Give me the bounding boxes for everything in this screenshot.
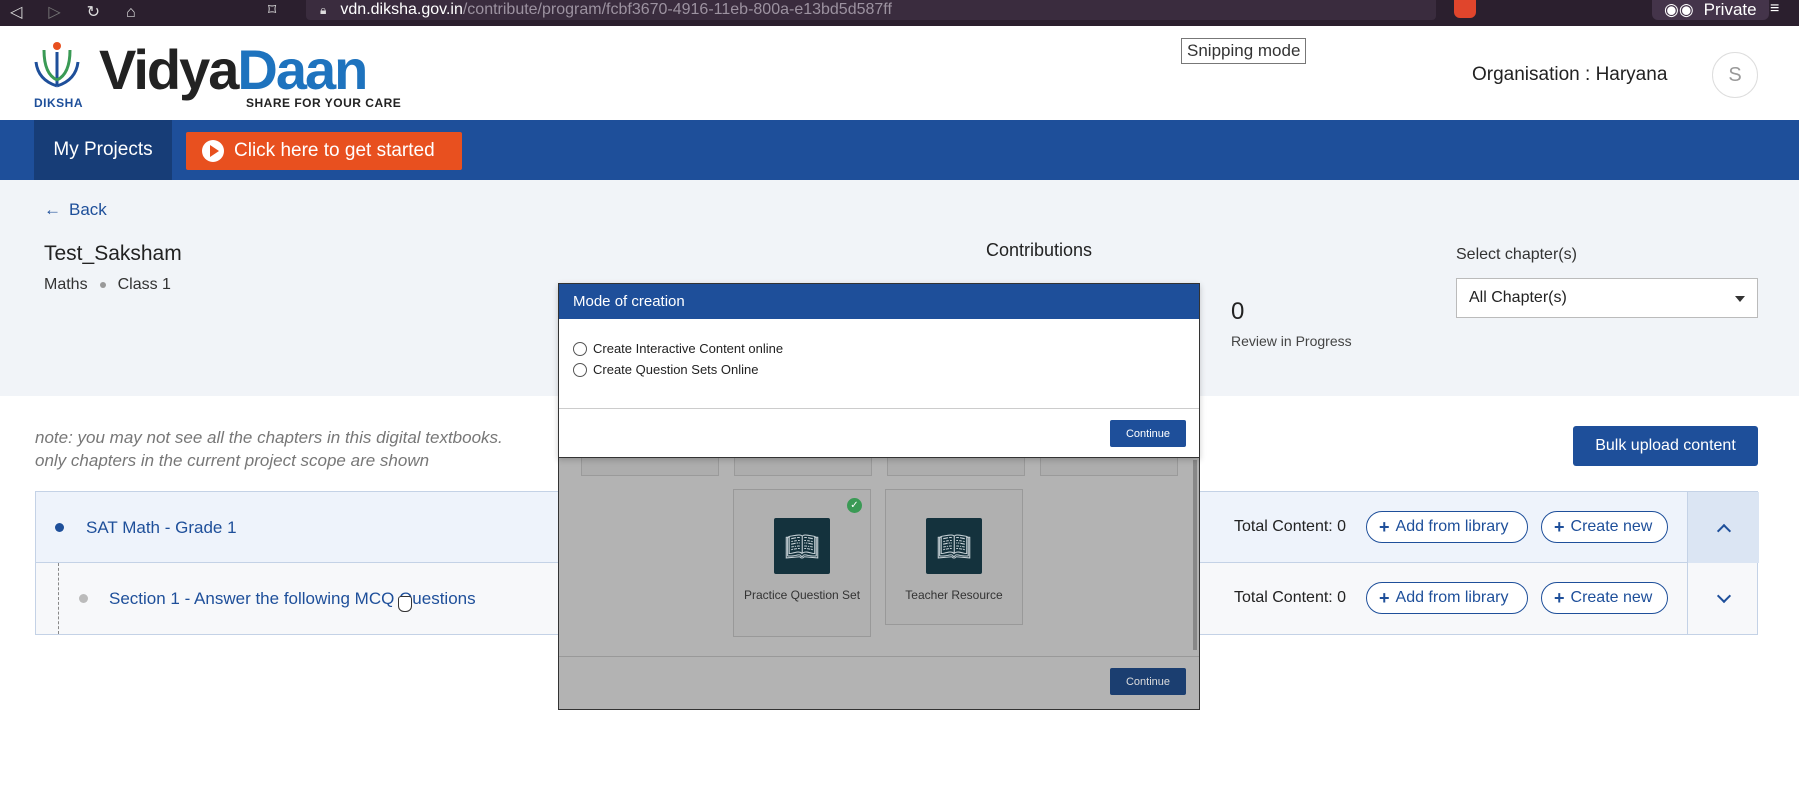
content-type-tile[interactable] bbox=[734, 456, 872, 476]
bullet-icon bbox=[79, 594, 88, 603]
hand-cursor-icon bbox=[398, 596, 412, 612]
create-new-button[interactable]: + Create new bbox=[1541, 582, 1668, 614]
note-line-1: note: you may not see all the chapters i… bbox=[35, 428, 503, 447]
forward-arrow-icon[interactable]: ▷ bbox=[48, 5, 60, 21]
lock-icon: 🔒︎ bbox=[320, 2, 327, 17]
content-type-tiles-top bbox=[581, 456, 1178, 476]
option-interactive-content[interactable]: Create Interactive Content online bbox=[573, 341, 783, 356]
browser-menu-icon[interactable]: ≡ bbox=[1770, 0, 1779, 18]
url-path: /contribute/program/fcbf3670-4916-11eb-8… bbox=[462, 1, 892, 18]
back-label: Back bbox=[69, 200, 107, 219]
radio-button[interactable] bbox=[573, 362, 587, 377]
logo-vidya-text: Vidya bbox=[99, 38, 239, 101]
note-line-2: only chapters in the current project sco… bbox=[35, 451, 430, 470]
chevron-up-icon bbox=[1716, 523, 1731, 538]
get-started-label: Click here to get started bbox=[234, 140, 435, 161]
home-icon[interactable]: ⌂ bbox=[126, 5, 136, 21]
plus-icon: + bbox=[1379, 516, 1390, 537]
tree-connector bbox=[58, 563, 59, 634]
logo-daan-text: Daan bbox=[237, 38, 368, 101]
add-from-library-button[interactable]: + Add from library bbox=[1366, 511, 1528, 543]
separator-dot bbox=[99, 282, 106, 288]
chevron-down-icon bbox=[1716, 588, 1731, 603]
bullet-icon bbox=[55, 523, 64, 532]
create-new-button[interactable]: + Create new bbox=[1541, 511, 1668, 543]
continue-button[interactable]: Continue bbox=[1110, 420, 1186, 447]
back-link[interactable]: ← Back bbox=[44, 200, 107, 220]
caret-down-icon bbox=[1735, 296, 1745, 302]
modal-divider bbox=[559, 408, 1199, 409]
option-label: Create Question Sets Online bbox=[593, 362, 759, 377]
dialog-divider bbox=[559, 656, 1199, 657]
check-icon: ✓ bbox=[847, 498, 862, 513]
radio-button[interactable] bbox=[573, 341, 587, 356]
bookmark-icon[interactable]: ⌑ bbox=[268, 0, 276, 20]
snipping-mode-tooltip: Snipping mode bbox=[1181, 38, 1307, 64]
subject-label: Maths bbox=[44, 276, 88, 293]
user-avatar[interactable]: S bbox=[1712, 52, 1758, 98]
bulk-upload-button[interactable]: Bulk upload content bbox=[1573, 426, 1758, 466]
modal-title: Mode of creation bbox=[559, 284, 1199, 319]
get-started-button[interactable]: Click here to get started bbox=[186, 132, 462, 170]
plus-icon: + bbox=[1554, 516, 1565, 537]
add-from-library-button[interactable]: + Add from library bbox=[1366, 582, 1528, 614]
section-title[interactable]: Section 1 - Answer the following MCQ Que… bbox=[109, 589, 476, 609]
reload-icon[interactable]: ↻ bbox=[87, 5, 100, 21]
content-type-tile[interactable] bbox=[581, 456, 719, 476]
project-meta: Maths Class 1 bbox=[44, 276, 171, 294]
total-content: Total Content: 0 bbox=[1234, 518, 1347, 535]
brave-shield-icon[interactable] bbox=[1454, 0, 1476, 18]
plus-icon: + bbox=[1379, 587, 1390, 608]
content-type-tile[interactable] bbox=[1040, 456, 1178, 476]
class-label: Class 1 bbox=[117, 276, 171, 293]
chapter-select[interactable]: All Chapter(s) bbox=[1456, 278, 1758, 318]
create-new-label: Create new bbox=[1570, 518, 1653, 535]
tab-my-projects[interactable]: My Projects bbox=[34, 120, 172, 180]
contributions-heading: Contributions bbox=[986, 240, 1093, 260]
mode-of-creation-modal: Mode of creation Create Interactive Cont… bbox=[558, 283, 1200, 458]
create-new-label: Create new bbox=[1570, 589, 1653, 606]
add-from-library-label: Add from library bbox=[1395, 589, 1509, 606]
back-arrow-icon[interactable]: ◁ bbox=[10, 5, 22, 21]
review-count: 0 bbox=[1231, 298, 1245, 325]
browser-toolbar: ◁ ▷ ↻ ⌂ ⌑ 🔒︎ vdn.diksha.gov.in /contribu… bbox=[0, 0, 1799, 26]
chapter-title[interactable]: SAT Math - Grade 1 bbox=[86, 518, 237, 538]
address-bar[interactable]: 🔒︎ vdn.diksha.gov.in /contribute/program… bbox=[306, 0, 1436, 20]
main-nav: My Projects Click here to get started bbox=[0, 120, 1799, 180]
book-icon: 📖︎ bbox=[926, 518, 982, 574]
project-title: Test_Saksham bbox=[44, 242, 182, 265]
option-question-sets[interactable]: Create Question Sets Online bbox=[573, 362, 758, 377]
arrow-left-icon: ← bbox=[44, 200, 61, 219]
content-type-tile[interactable] bbox=[887, 456, 1025, 476]
background-continue-button[interactable]: Continue bbox=[1110, 668, 1186, 695]
expand-toggle[interactable] bbox=[1687, 563, 1759, 634]
organisation-label: Organisation : Haryana bbox=[1472, 64, 1668, 85]
scrollbar[interactable] bbox=[1193, 460, 1197, 650]
logo-tagline: SHARE FOR YOUR CARE bbox=[246, 96, 402, 110]
add-from-library-label: Add from library bbox=[1395, 518, 1509, 535]
chapter-select-label: Select chapter(s) bbox=[1456, 246, 1577, 263]
diksha-wordmark: DIKSHA bbox=[34, 96, 84, 110]
teacher-resource-card[interactable]: 📖︎ Teacher Resource bbox=[885, 489, 1023, 625]
chapter-select-value: All Chapter(s) bbox=[1469, 289, 1567, 306]
collapse-toggle[interactable] bbox=[1687, 492, 1759, 563]
card-label: Practice Question Set bbox=[743, 588, 861, 602]
option-label: Create Interactive Content online bbox=[593, 341, 784, 356]
scope-note: note: you may not see all the chapters i… bbox=[35, 426, 503, 472]
card-label: Teacher Resource bbox=[905, 588, 1003, 602]
play-icon bbox=[202, 140, 224, 162]
review-label: Review in Progress bbox=[1231, 333, 1352, 349]
plus-icon: + bbox=[1554, 587, 1565, 608]
url-host: vdn.diksha.gov.in bbox=[340, 1, 463, 18]
book-icon: 📖︎ bbox=[774, 518, 830, 574]
app-header: DIKSHA VidyaDaan SHARE FOR YOUR CARE Sni… bbox=[0, 26, 1799, 120]
diksha-logo-icon bbox=[34, 42, 80, 88]
total-content: Total Content: 0 bbox=[1234, 589, 1347, 606]
vidyadaan-logo: VidyaDaan bbox=[99, 38, 368, 101]
private-window-indicator[interactable]: ◉◉ Private bbox=[1652, 0, 1769, 20]
private-glasses-icon: ◉◉ bbox=[1664, 0, 1694, 19]
private-label: Private bbox=[1703, 0, 1757, 19]
practice-question-set-card[interactable]: ✓ 📖︎ Practice Question Set bbox=[733, 489, 871, 637]
